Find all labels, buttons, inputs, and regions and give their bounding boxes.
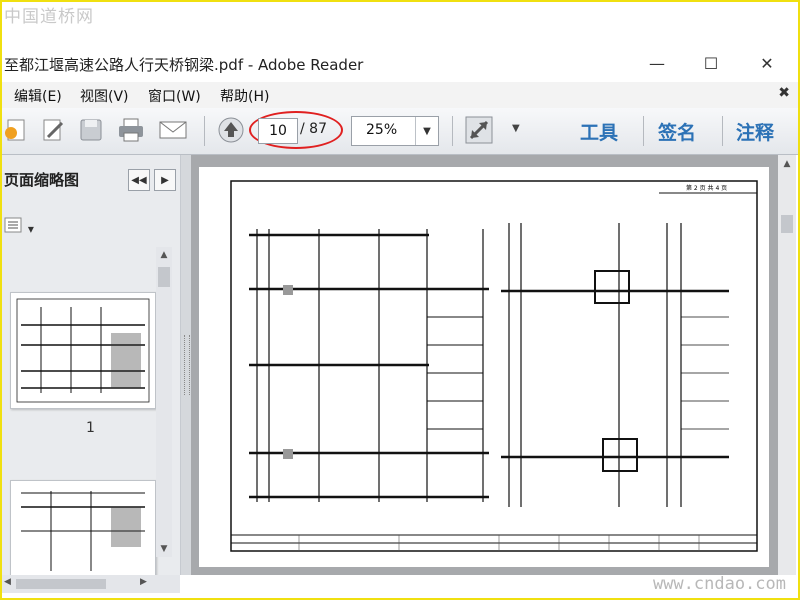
menu-edit[interactable]: 编辑(E): [14, 86, 62, 106]
menu-window[interactable]: 窗口(W): [148, 86, 201, 106]
toolbar: 10 / 87 25% ▼ ▼ 工具 签名 注释: [0, 108, 800, 155]
menu-view[interactable]: 视图(V): [80, 86, 129, 106]
email-icon[interactable]: [158, 116, 188, 144]
menu-help[interactable]: 帮助(H): [220, 86, 269, 106]
toolbar-separator: [722, 116, 723, 146]
panel-splitter[interactable]: [181, 155, 191, 575]
page-thumbnail[interactable]: [10, 292, 156, 409]
page-total: / 87: [300, 121, 327, 137]
document-view[interactable]: 第 2 页 共 4 页: [191, 155, 778, 575]
sheet-header: 第 2 页 共 4 页: [686, 184, 727, 192]
edit-icon[interactable]: [38, 116, 68, 144]
scroll-up-icon[interactable]: ▲: [778, 159, 796, 175]
more-tools-arrow[interactable]: ▼: [512, 123, 520, 134]
menu-close-icon[interactable]: ✖: [778, 85, 790, 101]
page-thumbnail[interactable]: [10, 480, 156, 577]
chevron-down-icon[interactable]: ▼: [415, 117, 438, 145]
create-pdf-icon[interactable]: [2, 116, 32, 144]
collapse-panel-button[interactable]: ◀◀: [128, 169, 150, 191]
pdf-page: 第 2 页 共 4 页: [199, 167, 769, 567]
window-title: 至都江堰高速公路人行天桥钢梁.pdf - Adobe Reader: [4, 56, 364, 74]
scroll-up-icon[interactable]: ▲: [156, 247, 172, 263]
previous-page-icon[interactable]: [216, 116, 246, 144]
thumbnail-scrollbar[interactable]: ▲ ▼: [156, 247, 172, 557]
document-scrollbar[interactable]: ▲: [778, 155, 796, 575]
close-button[interactable]: ✕: [744, 50, 790, 76]
scroll-down-icon[interactable]: ▼: [156, 541, 172, 557]
next-panel-button[interactable]: ▶: [154, 169, 176, 191]
zoom-select[interactable]: 25% ▼: [351, 116, 439, 146]
comment-link[interactable]: 注释: [736, 118, 774, 145]
thumbnail-panel-title: 页面缩略图: [4, 171, 80, 189]
tools-link[interactable]: 工具: [580, 118, 618, 145]
fullscreen-icon[interactable]: [464, 116, 494, 144]
toolbar-separator: [204, 116, 205, 146]
save-icon[interactable]: [76, 116, 106, 144]
chevron-down-icon: ▾: [27, 222, 34, 236]
watermark-url: www.cndao.com: [652, 574, 786, 594]
scrollbar-thumb[interactable]: [158, 267, 170, 287]
scroll-right-icon[interactable]: ▶: [140, 577, 147, 587]
thumbnail-hscrollbar[interactable]: ◀ ▶: [0, 575, 180, 593]
toolbar-separator: [452, 116, 453, 146]
drawing-sheet: 第 2 页 共 4 页: [230, 180, 758, 552]
title-bar: 至都江堰高速公路人行天桥钢梁.pdf - Adobe Reader — ☐ ✕: [0, 48, 800, 78]
print-icon[interactable]: [116, 116, 146, 144]
sign-link[interactable]: 签名: [658, 118, 696, 145]
watermark-logo: 中国道桥网: [4, 7, 94, 27]
maximize-button[interactable]: ☐: [688, 50, 734, 76]
scrollbar-thumb[interactable]: [781, 215, 793, 233]
toolbar-separator: [643, 116, 644, 146]
minimize-button[interactable]: —: [634, 50, 680, 76]
thumbnail-options-button[interactable]: ▾: [4, 217, 34, 236]
scrollbar-thumb[interactable]: [16, 579, 106, 589]
page-number-input[interactable]: 10: [258, 118, 298, 144]
thumbnail-panel: 页面缩略图 ◀◀ ▶ ▾ 1 ▲ ▼: [0, 155, 181, 577]
menu-bar: 编辑(E) 视图(V) 窗口(W) 帮助(H) ✖: [0, 82, 800, 109]
zoom-value: 25%: [366, 122, 398, 138]
thumbnail-label: 1: [86, 420, 95, 436]
list-icon: [4, 217, 22, 233]
scroll-left-icon[interactable]: ◀: [4, 577, 11, 587]
